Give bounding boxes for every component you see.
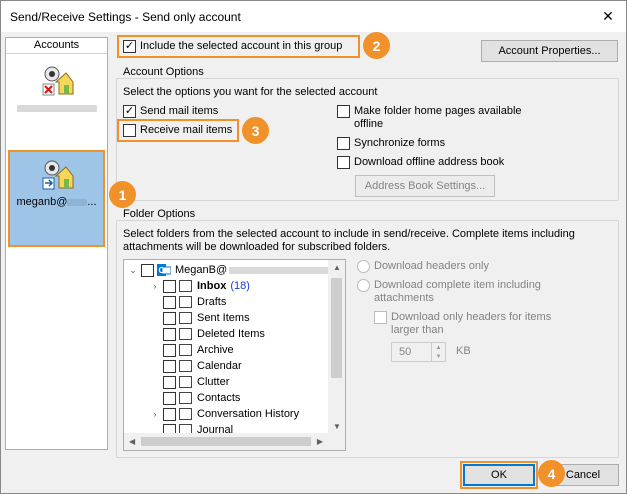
folder-options-description: Select folders from the selected account… bbox=[123, 228, 575, 253]
download-headers-larger-checkbox[interactable]: Download only headers for items larger t… bbox=[374, 311, 574, 337]
close-button[interactable]: ✕ bbox=[596, 5, 620, 27]
conversation-history-check[interactable] bbox=[163, 407, 176, 421]
account-options-title: Account Options bbox=[121, 66, 206, 78]
download-headers-larger-check[interactable] bbox=[374, 311, 387, 324]
folder-icon bbox=[179, 344, 192, 356]
scroll-down-icon[interactable]: ▼ bbox=[333, 422, 341, 431]
trash-icon bbox=[179, 328, 192, 340]
download-complete-option[interactable] bbox=[357, 279, 370, 292]
drafts-check[interactable] bbox=[163, 295, 176, 309]
account-options-description: Select the options you want for the sele… bbox=[123, 86, 378, 98]
tree-item-sent[interactable]: Sent Items bbox=[163, 310, 250, 326]
account-send-receive-icon bbox=[42, 160, 73, 190]
size-unit: KB bbox=[456, 345, 471, 357]
size-stepper[interactable]: 50 ▲ ▼ bbox=[391, 342, 446, 362]
folder-icon bbox=[179, 312, 192, 324]
tree-item-deleted[interactable]: Deleted Items bbox=[163, 326, 265, 342]
tree-item-drafts[interactable]: Drafts bbox=[163, 294, 226, 310]
calendar-check[interactable] bbox=[163, 359, 176, 373]
download-oab-checkbox[interactable]: Download offline address book bbox=[337, 156, 504, 169]
contacts-check[interactable] bbox=[163, 391, 176, 405]
tree-item-conversation-history[interactable]: › Conversation History bbox=[150, 406, 299, 422]
horizontal-scroll-thumb[interactable] bbox=[141, 437, 311, 446]
expand-icon[interactable]: › bbox=[150, 409, 160, 419]
tree-item-clutter[interactable]: Clutter bbox=[163, 374, 229, 390]
tree-vertical-scrollbar[interactable]: ▲ ▼ bbox=[328, 260, 345, 434]
download-headers-only-option[interactable] bbox=[357, 260, 370, 273]
expand-icon[interactable]: › bbox=[150, 281, 160, 291]
sync-forms-check[interactable] bbox=[337, 137, 350, 150]
size-value: 50 bbox=[399, 346, 412, 358]
tree-horizontal-scrollbar[interactable]: ◀ ▶ bbox=[124, 433, 345, 450]
outlook-account-icon: O bbox=[157, 264, 171, 276]
contacts-icon bbox=[179, 392, 192, 404]
inbox-check[interactable] bbox=[163, 279, 176, 293]
account-properties-button[interactable]: Account Properties... bbox=[481, 40, 618, 62]
send-receive-settings-dialog: Send/Receive Settings - Send only accoun… bbox=[0, 0, 627, 494]
account-name-1 bbox=[16, 102, 97, 114]
folder-tree[interactable]: ⌄ O MeganB@ › Inbox (18) Drafts Sent Ite… bbox=[123, 259, 346, 451]
inbox-icon bbox=[179, 280, 192, 292]
callout-badge-1: 1 bbox=[109, 181, 136, 208]
collapse-icon[interactable]: ⌄ bbox=[128, 265, 138, 276]
close-icon: ✕ bbox=[602, 7, 614, 24]
callout-badge-3: 3 bbox=[242, 117, 269, 144]
archive-check[interactable] bbox=[163, 343, 176, 357]
sync-forms-checkbox[interactable]: Synchronize forms bbox=[337, 137, 445, 150]
tree-item-archive[interactable]: Archive bbox=[163, 342, 234, 358]
account-name-2: meganb@... bbox=[16, 196, 97, 208]
send-mail-checkbox[interactable]: ✓ Send mail items bbox=[123, 105, 218, 118]
account-item-2[interactable]: meganb@... bbox=[8, 150, 105, 247]
callout-badge-2: 2 bbox=[363, 32, 390, 59]
send-mail-check[interactable]: ✓ bbox=[123, 105, 136, 118]
accounts-header: Accounts bbox=[6, 38, 107, 54]
scroll-right-icon[interactable]: ▶ bbox=[317, 437, 323, 446]
accounts-list: Accounts meganb@ ... bbox=[5, 37, 108, 450]
vertical-scroll-thumb[interactable] bbox=[331, 278, 342, 378]
tree-root[interactable]: ⌄ O MeganB@ bbox=[128, 262, 330, 278]
make-folder-home-checkbox[interactable]: Make folder home pages available offline bbox=[337, 105, 537, 131]
tree-item-contacts[interactable]: Contacts bbox=[163, 390, 240, 406]
tree-root-check[interactable] bbox=[141, 263, 154, 277]
stepper-down-icon[interactable]: ▼ bbox=[436, 354, 442, 360]
receive-mail-highlight bbox=[117, 119, 239, 142]
tree-item-calendar[interactable]: Calendar bbox=[163, 358, 242, 374]
account-item-1[interactable] bbox=[8, 58, 105, 155]
ok-highlight bbox=[460, 461, 538, 489]
window-title: Send/Receive Settings - Send only accoun… bbox=[10, 9, 241, 24]
scroll-left-icon[interactable]: ◀ bbox=[129, 437, 135, 446]
folder-icon bbox=[179, 376, 192, 388]
folder-icon bbox=[179, 408, 192, 420]
scroll-up-icon[interactable]: ▲ bbox=[333, 263, 341, 272]
stepper-up-icon[interactable]: ▲ bbox=[436, 345, 442, 351]
svg-text:O: O bbox=[159, 266, 165, 275]
deleted-check[interactable] bbox=[163, 327, 176, 341]
download-complete-radio[interactable]: Download complete item including attachm… bbox=[357, 279, 567, 305]
callout-badge-4: 4 bbox=[538, 460, 565, 487]
account-disabled-icon bbox=[42, 66, 73, 96]
drafts-icon bbox=[179, 296, 192, 308]
calendar-icon bbox=[179, 360, 192, 372]
download-headers-only-radio[interactable]: Download headers only bbox=[357, 260, 489, 273]
download-oab-check[interactable] bbox=[337, 156, 350, 169]
make-folder-home-check[interactable] bbox=[337, 105, 350, 118]
title-bar: Send/Receive Settings - Send only accoun… bbox=[1, 1, 626, 32]
sent-check[interactable] bbox=[163, 311, 176, 325]
stepper-arrows[interactable]: ▲ ▼ bbox=[431, 343, 445, 361]
include-account-highlight bbox=[117, 35, 360, 58]
clutter-check[interactable] bbox=[163, 375, 176, 389]
address-book-settings-button[interactable]: Address Book Settings... bbox=[355, 175, 495, 197]
folder-options-title: Folder Options bbox=[121, 208, 198, 220]
tree-item-inbox[interactable]: › Inbox (18) bbox=[150, 278, 250, 294]
